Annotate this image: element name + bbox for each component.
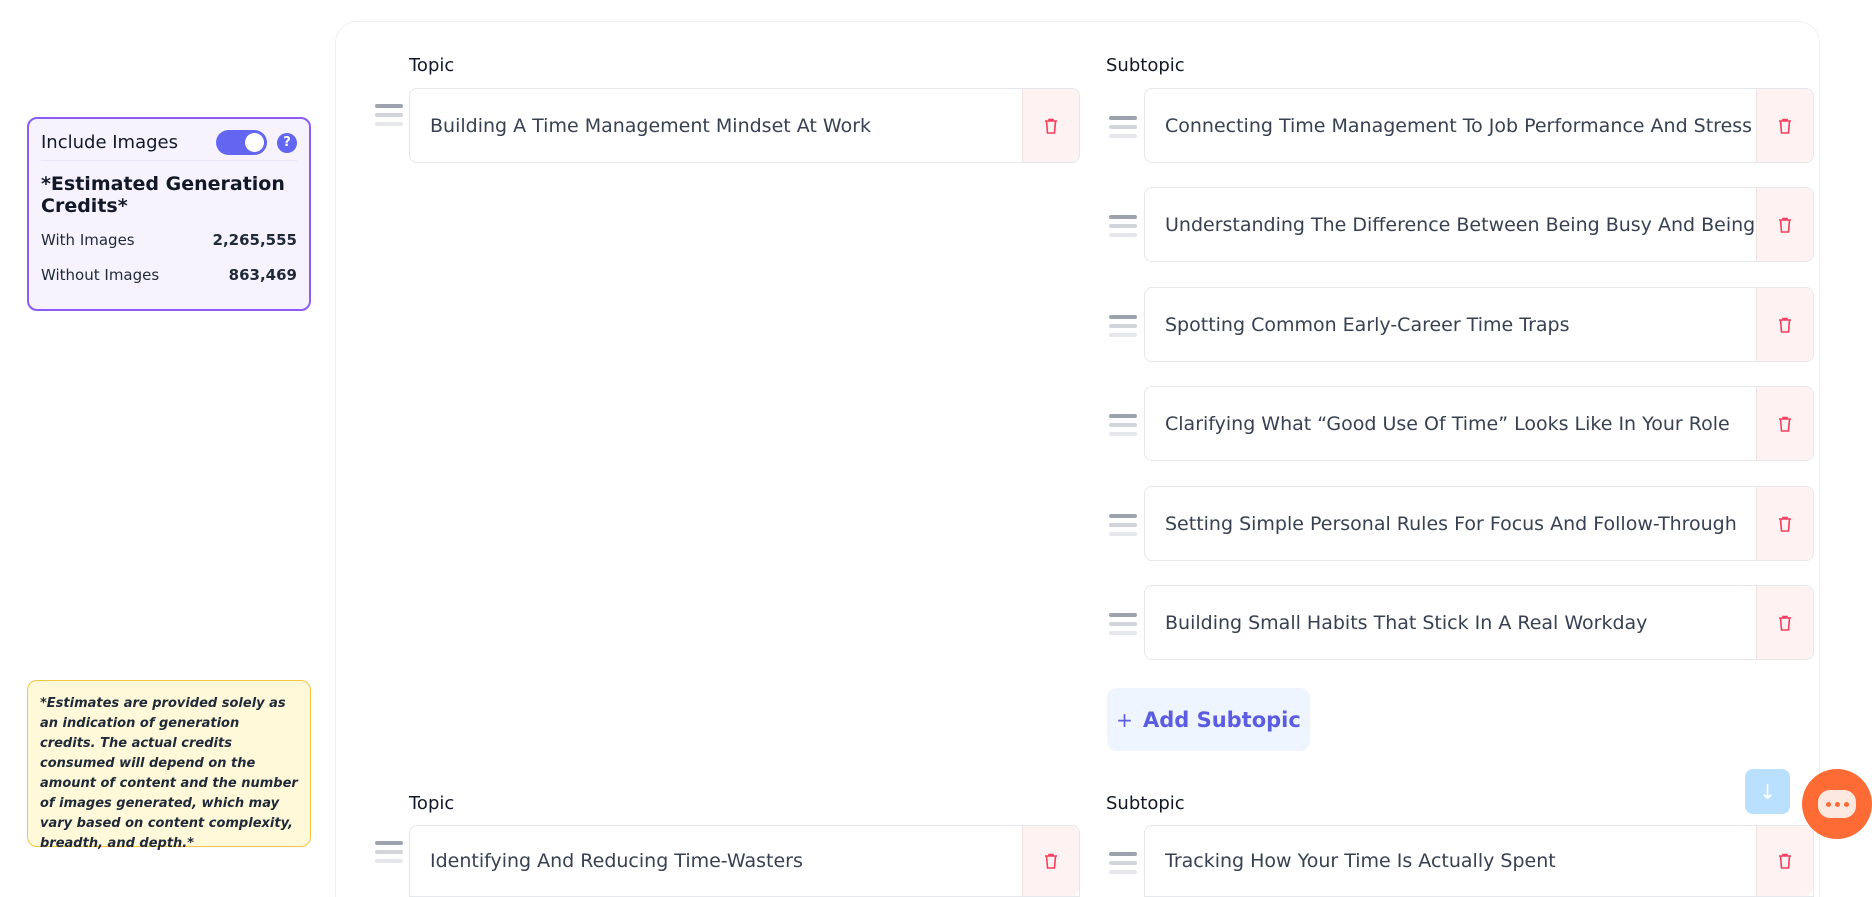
credits-panel: Include Images ? *Estimated Generation C… (27, 117, 311, 311)
subtopic-field[interactable]: Clarifying What “Good Use Of Time” Looks… (1144, 386, 1814, 461)
without-images-row: Without Images 863,469 (41, 266, 297, 284)
trash-icon[interactable] (1756, 89, 1813, 162)
trash-icon[interactable] (1022, 826, 1079, 896)
drag-handle-icon[interactable] (375, 104, 403, 131)
drag-handle-icon[interactable] (1109, 613, 1137, 640)
with-images-row: With Images 2,265,555 (41, 231, 297, 249)
topic-field[interactable]: Building A Time Management Mindset At Wo… (409, 88, 1080, 163)
topic-label: Topic (409, 793, 455, 814)
include-images-toggle[interactable] (216, 130, 267, 155)
drag-handle-icon[interactable] (1109, 116, 1137, 143)
trash-icon[interactable] (1756, 188, 1813, 261)
trash-icon[interactable] (1756, 288, 1813, 361)
subtopic-input[interactable]: Setting Simple Personal Rules For Focus … (1145, 487, 1756, 560)
help-icon[interactable]: ? (277, 132, 297, 153)
include-images-row: Include Images ? (41, 130, 297, 161)
trash-icon[interactable] (1756, 586, 1813, 659)
drag-handle-icon[interactable] (1109, 315, 1137, 342)
topic-input[interactable]: Identifying And Reducing Time-Wasters (410, 826, 1022, 896)
add-subtopic-button[interactable]: + Add Subtopic (1107, 688, 1310, 751)
subtopic-label: Subtopic (1106, 55, 1185, 76)
drag-handle-icon[interactable] (1109, 852, 1137, 879)
add-subtopic-label: Add Subtopic (1142, 707, 1301, 732)
without-images-value: 863,469 (228, 266, 297, 284)
subtopic-field[interactable]: Tracking How Your Time Is Actually Spent (1144, 825, 1814, 897)
subtopic-field[interactable]: Building Small Habits That Stick In A Re… (1144, 585, 1814, 660)
subtopic-field[interactable]: Spotting Common Early-Career Time Traps (1144, 287, 1814, 362)
subtopic-input[interactable]: Tracking How Your Time Is Actually Spent (1145, 826, 1756, 896)
with-images-value: 2,265,555 (212, 231, 297, 249)
estimated-credits-title: *Estimated Generation Credits* (41, 173, 285, 217)
plus-icon: + (1116, 707, 1133, 732)
topic-label: Topic (409, 55, 455, 76)
trash-icon[interactable] (1756, 487, 1813, 560)
drag-handle-icon[interactable] (375, 841, 403, 868)
trash-icon[interactable] (1022, 89, 1079, 162)
estimate-disclaimer: *Estimates are provided solely as an ind… (27, 680, 311, 851)
scroll-down-button[interactable]: ↓ (1745, 769, 1790, 814)
without-images-label: Without Images (41, 266, 160, 284)
drag-handle-icon[interactable] (1109, 414, 1137, 441)
subtopic-field[interactable]: Setting Simple Personal Rules For Focus … (1144, 486, 1814, 561)
chat-icon (1818, 790, 1856, 818)
trash-icon[interactable] (1756, 826, 1813, 896)
subtopic-input[interactable]: Spotting Common Early-Career Time Traps (1145, 288, 1756, 361)
with-images-label: With Images (41, 231, 135, 249)
subtopic-label: Subtopic (1106, 793, 1185, 814)
topic-input[interactable]: Building A Time Management Mindset At Wo… (410, 89, 1022, 162)
topic-field[interactable]: Identifying And Reducing Time-Wasters (409, 825, 1080, 897)
subtopic-input[interactable]: Clarifying What “Good Use Of Time” Looks… (1145, 387, 1756, 460)
subtopic-field[interactable]: Connecting Time Management To Job Perfor… (1144, 88, 1814, 163)
drag-handle-icon[interactable] (1109, 514, 1137, 541)
subtopic-input[interactable]: Understanding The Difference Between Bei… (1145, 188, 1756, 261)
trash-icon[interactable] (1756, 387, 1813, 460)
subtopic-input[interactable]: Building Small Habits That Stick In A Re… (1145, 586, 1756, 659)
subtopic-input[interactable]: Connecting Time Management To Job Perfor… (1145, 89, 1756, 162)
arrow-down-icon: ↓ (1759, 779, 1776, 804)
drag-handle-icon[interactable] (1109, 215, 1137, 242)
include-images-label: Include Images (41, 132, 178, 153)
chat-widget-button[interactable] (1802, 769, 1872, 839)
subtopic-field[interactable]: Understanding The Difference Between Bei… (1144, 187, 1814, 262)
